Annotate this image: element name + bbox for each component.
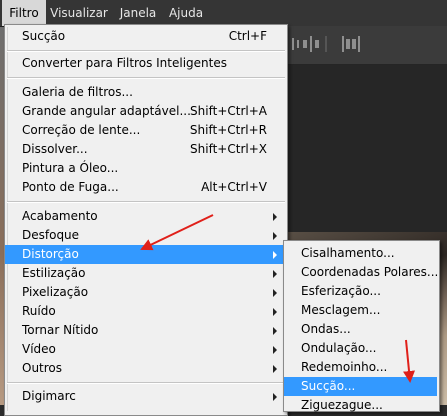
menu-item-shortcut: Shift+Ctrl+R <box>189 123 267 137</box>
menu-item-vanishing-point[interactable]: Ponto de Fuga... Alt+Ctrl+V <box>5 178 285 197</box>
align-icon[interactable] <box>289 36 303 52</box>
menu-item-video[interactable]: Vídeo <box>5 340 285 359</box>
menu-item-label: Cisalhamento... <box>301 246 395 260</box>
menu-item-noise[interactable]: Ruído <box>5 302 285 321</box>
menu-item-label: Ziguezague... <box>301 398 383 412</box>
menu-item-filter-gallery[interactable]: Galeria de filtros... <box>5 83 285 102</box>
menu-separator <box>7 382 285 384</box>
menu-item-label: Converter para Filtros Inteligentes <box>22 56 227 70</box>
menu-item-label: Ruído <box>22 304 56 318</box>
menu-item-label: Correção de lente... <box>22 123 141 137</box>
submenu-arrow-icon <box>273 327 277 335</box>
menu-item-stylize[interactable]: Estilização <box>5 264 285 283</box>
menu-item-label: Ponto de Fuga... <box>22 180 119 194</box>
submenu-arrow-icon <box>273 289 277 297</box>
distort-submenu: Cisalhamento... Coordenadas Polares... E… <box>283 240 440 412</box>
menu-item-label: Pixelização <box>22 285 89 299</box>
menu-item-artistic[interactable]: Acabamento <box>5 207 285 226</box>
menu-item-adaptive-wide-angle[interactable]: Grande angular adaptável... Shift+Ctrl+A <box>5 102 285 121</box>
menu-item-other[interactable]: Outros <box>5 359 285 378</box>
submenu-item-zigzag[interactable]: Ziguezague... <box>284 396 437 415</box>
menu-separator <box>7 201 285 203</box>
menu-item-last-filter[interactable]: Sucção Ctrl+F <box>5 27 285 46</box>
menu-item-blur[interactable]: Desfoque <box>5 226 285 245</box>
menu-bar: Filtro Visualizar Janela Ajuda <box>0 0 447 27</box>
menu-item-shortcut: Shift+Ctrl+A <box>190 104 267 118</box>
menu-item-label: Distorção <box>22 247 79 261</box>
menu-item-label: Desfoque <box>22 228 80 242</box>
menu-item-label: Mesclagem... <box>301 303 381 317</box>
submenu-arrow-icon <box>273 346 277 354</box>
menu-item-shortcut: Shift+Ctrl+X <box>190 142 267 156</box>
menu-item-label: Vídeo <box>22 342 56 356</box>
menu-visualizar[interactable]: Visualizar <box>49 0 109 26</box>
menu-item-lens-correction[interactable]: Correção de lente... Shift+Ctrl+R <box>5 121 285 140</box>
submenu-item-spherize[interactable]: Esferização... <box>284 282 437 301</box>
menu-item-label: Sucção <box>22 29 66 43</box>
submenu-item-ripple[interactable]: Ondulação... <box>284 339 437 358</box>
distribute-spacing-icon[interactable] <box>342 36 360 52</box>
submenu-item-twirl[interactable]: Redemoinho... <box>284 358 437 377</box>
menu-item-label: Ondulação... <box>301 341 377 355</box>
submenu-item-wave[interactable]: Ondas... <box>284 320 437 339</box>
submenu-arrow-icon <box>273 365 277 373</box>
menu-item-label: Outros <box>22 361 63 375</box>
submenu-arrow-icon <box>273 251 277 259</box>
menu-item-label: Pintura a Óleo... <box>22 161 119 175</box>
menu-item-label: Esferização... <box>301 284 381 298</box>
menu-item-shortcut: Alt+Ctrl+V <box>201 180 267 194</box>
menu-separator <box>7 77 285 79</box>
toolbar-divider <box>325 36 327 52</box>
menu-item-label: Digimarc <box>22 389 76 403</box>
submenu-arrow-icon <box>273 393 277 401</box>
submenu-item-shear[interactable]: Cisalhamento... <box>284 244 437 263</box>
submenu-arrow-icon <box>273 308 277 316</box>
menu-item-convert-smart-filters[interactable]: Converter para Filtros Inteligentes <box>5 54 285 73</box>
menu-item-label: Sucção... <box>301 379 356 393</box>
menu-item-distort[interactable]: Distorção <box>5 245 285 264</box>
menu-item-label: Dissolver... <box>22 142 88 156</box>
submenu-item-displace[interactable]: Mesclagem... <box>284 301 437 320</box>
submenu-item-pinch[interactable]: Sucção... <box>284 377 437 396</box>
menu-item-dissolve[interactable]: Dissolver... Shift+Ctrl+X <box>5 140 285 159</box>
distribute-center-icon[interactable] <box>303 36 319 52</box>
menu-item-label: Ondas... <box>301 322 351 336</box>
menu-item-label: Estilização <box>22 266 86 280</box>
submenu-arrow-icon <box>273 270 277 278</box>
menu-item-label: Galeria de filtros... <box>22 85 133 99</box>
menu-filtro[interactable]: Filtro <box>2 0 46 26</box>
menu-item-label: Coordenadas Polares... <box>301 265 439 279</box>
menu-item-oil-paint[interactable]: Pintura a Óleo... <box>5 159 285 178</box>
submenu-item-polar-coordinates[interactable]: Coordenadas Polares... <box>284 263 439 282</box>
options-bar <box>285 26 447 65</box>
menu-item-label: Grande angular adaptável... <box>22 104 191 118</box>
menu-item-label: Acabamento <box>22 209 98 223</box>
menu-item-label: Redemoinho... <box>301 360 388 374</box>
menu-separator <box>7 50 285 52</box>
menu-item-pixelate[interactable]: Pixelização <box>5 283 285 302</box>
menu-janela[interactable]: Janela <box>116 0 160 26</box>
menu-item-label: Tornar Nítido <box>22 323 99 337</box>
filter-menu: Sucção Ctrl+F Converter para Filtros Int… <box>4 24 288 416</box>
canvas-background <box>285 65 447 245</box>
menu-ajuda[interactable]: Ajuda <box>166 0 206 26</box>
menu-item-shortcut: Ctrl+F <box>228 29 267 43</box>
submenu-arrow-icon <box>273 213 277 221</box>
menu-item-sharpen[interactable]: Tornar Nítido <box>5 321 285 340</box>
menu-item-digimarc[interactable]: Digimarc <box>5 387 285 406</box>
submenu-arrow-icon <box>273 232 277 240</box>
